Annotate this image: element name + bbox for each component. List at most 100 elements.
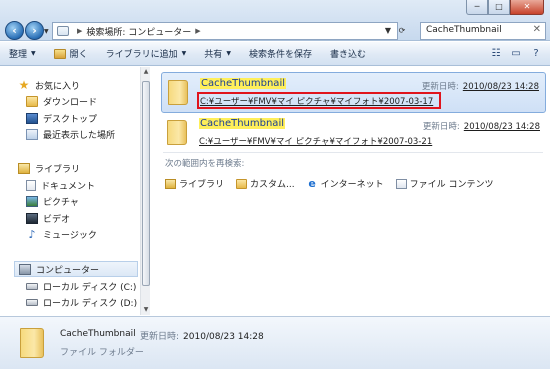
- file-content-icon: [395, 178, 407, 189]
- chevron-down-icon: ▼: [181, 50, 187, 57]
- organize-label: 整理: [9, 50, 28, 60]
- star-icon: ★: [18, 77, 30, 92]
- sidebar-item-label: ドキュメント: [41, 181, 96, 192]
- burn-label: 書き込む: [329, 50, 366, 60]
- address-dropdown-icon[interactable]: ▼: [381, 23, 395, 39]
- computer-icon: [19, 263, 31, 275]
- save-search-button[interactable]: 検索条件を保存: [240, 42, 321, 66]
- search-again-option-label: インターネット: [320, 180, 384, 190]
- refresh-icon[interactable]: ⟳: [395, 23, 409, 39]
- sidebar-item-videos[interactable]: ビデオ: [26, 210, 70, 226]
- window-controls: ─ □ ✕: [466, 0, 544, 15]
- chevron-down-icon: ▼: [226, 50, 231, 57]
- sidebar-item-disk-d[interactable]: ローカル ディスク (D:): [26, 294, 137, 310]
- burn-button[interactable]: 書き込む: [321, 42, 375, 66]
- library-icon: [18, 162, 30, 174]
- folder-icon: [53, 48, 66, 59]
- sidebar-item-label: ローカル ディスク (C:): [43, 282, 137, 293]
- sidebar-item-pictures[interactable]: ピクチャ: [26, 193, 79, 209]
- folder-icon: [168, 80, 188, 105]
- navigation-pane: ★ お気に入り ダウンロード デスクトップ 最近表示した場所 ライブラリ ドキュ…: [0, 67, 140, 315]
- search-again-label: 次の範囲内を再検索:: [165, 159, 245, 169]
- organize-button[interactable]: 整理 ▼: [0, 42, 45, 66]
- result-item[interactable]: CacheThumbnail C:¥ユーザー¥FMV¥マイ ピクチャ¥マイフォト…: [161, 72, 546, 113]
- title-bar: ─ □ ✕ ‹ › ▼ ▶ 検索場所: コンピューター ▶ ▼ ⟳ CacheT…: [0, 0, 550, 41]
- sidebar-item-documents[interactable]: ドキュメント: [26, 177, 95, 193]
- open-button[interactable]: 開く: [45, 42, 97, 66]
- folder-icon: [20, 328, 44, 358]
- search-again-file-content-button[interactable]: ファイル コンテンツ: [395, 177, 494, 190]
- search-input[interactable]: CacheThumbnail ✕: [420, 22, 546, 40]
- address-bar[interactable]: ▶ 検索場所: コンピューター ▶: [52, 22, 398, 40]
- document-icon: [26, 179, 36, 191]
- details-pane: CacheThumbnail ファイル フォルダー 更新日時: 2010/08/2…: [0, 316, 550, 369]
- disk-icon: [26, 298, 38, 306]
- sidebar-item-label: ローカル ディスク (D:): [43, 298, 138, 309]
- divider: [163, 152, 543, 153]
- close-button[interactable]: ✕: [510, 0, 544, 15]
- view-options-icon[interactable]: ☷: [486, 46, 506, 62]
- sidebar-header-computer[interactable]: コンピューター: [14, 261, 138, 277]
- search-input-value: CacheThumbnail: [426, 25, 502, 35]
- search-again-options: ライブラリ カスタム... e インターネット ファイル コンテンツ: [165, 177, 506, 190]
- maximize-button[interactable]: □: [488, 0, 510, 15]
- internet-icon: e: [308, 176, 316, 190]
- preview-pane-icon[interactable]: ▭: [506, 46, 526, 62]
- annotation-highlight-box: [197, 92, 441, 109]
- scroll-up-icon[interactable]: ▲: [141, 67, 151, 77]
- command-bar: 整理 ▼ 開く ライブラリに追加 ▼ 共有 ▼ 検索条件を保存 書き込む: [0, 42, 550, 66]
- chevron-down-icon: ▼: [31, 50, 36, 57]
- search-folder-icon: [57, 26, 69, 36]
- result-date-label: 更新日時:: [421, 82, 459, 92]
- share-button[interactable]: 共有 ▼: [195, 42, 240, 66]
- search-again-library-button[interactable]: ライブラリ: [165, 177, 224, 190]
- chevron-right-icon[interactable]: ▶: [195, 27, 200, 35]
- disk-icon: [26, 282, 38, 290]
- picture-icon: [26, 195, 38, 207]
- history-dropdown-icon[interactable]: ▼: [44, 28, 49, 35]
- sidebar-item-recent-places[interactable]: 最近表示した場所: [26, 126, 115, 142]
- minimize-button[interactable]: ─: [466, 0, 488, 15]
- clear-search-icon[interactable]: ✕: [533, 24, 541, 35]
- sidebar-item-disk-c[interactable]: ローカル ディスク (C:): [26, 278, 136, 294]
- sidebar-header-favorites[interactable]: ★ お気に入り: [18, 77, 80, 93]
- search-again-internet-button[interactable]: e インターネット: [307, 176, 384, 191]
- details-date-value: 2010/08/23 14:28: [183, 332, 264, 342]
- details-type: ファイル フォルダー: [60, 348, 144, 358]
- result-path[interactable]: C:¥ユーザー¥FMV¥マイ ピクチャ¥マイフォト¥2007-03-21: [199, 135, 432, 147]
- result-name[interactable]: CacheThumbnail: [200, 78, 286, 89]
- sidebar-item-label: ミュージック: [43, 230, 97, 241]
- custom-icon: [236, 178, 248, 189]
- library-icon: [165, 178, 176, 189]
- scroll-down-icon[interactable]: ▼: [141, 305, 151, 315]
- sidebar-scrollbar[interactable]: ▲ ▼: [140, 67, 150, 315]
- open-label: 開く: [69, 50, 88, 60]
- folder-icon: [26, 95, 38, 107]
- help-icon[interactable]: ?: [526, 46, 546, 62]
- search-again-custom-button[interactable]: カスタム...: [236, 177, 295, 190]
- scrollbar-thumb[interactable]: [142, 81, 150, 286]
- sidebar-item-downloads[interactable]: ダウンロード: [26, 93, 97, 109]
- back-button[interactable]: ‹: [5, 21, 24, 40]
- forward-button[interactable]: ›: [25, 21, 44, 40]
- sidebar-item-desktop[interactable]: デスクトップ: [26, 110, 97, 126]
- result-name[interactable]: CacheThumbnail: [199, 118, 285, 129]
- sidebar-header-libraries[interactable]: ライブラリ: [18, 160, 80, 176]
- desktop-icon: [26, 112, 38, 124]
- search-again-option-label: カスタム...: [250, 180, 295, 190]
- search-again-option-label: ファイル コンテンツ: [409, 180, 494, 190]
- result-date-value[interactable]: 2010/08/23 14:28: [464, 122, 540, 132]
- details-date-label: 更新日時:: [140, 332, 180, 342]
- sidebar-header-label: ライブラリ: [35, 164, 81, 175]
- add-to-library-button[interactable]: ライブラリに追加 ▼: [97, 42, 196, 66]
- sidebar-header-label: お気に入り: [35, 81, 81, 92]
- result-date-label: 更新日時:: [422, 122, 460, 132]
- share-label: 共有: [204, 50, 223, 60]
- chevron-right-icon[interactable]: ▶: [77, 27, 82, 35]
- breadcrumb-search-location[interactable]: 検索場所: コンピューター: [86, 25, 191, 38]
- sidebar-item-label: ピクチャ: [43, 197, 79, 208]
- sidebar-item-label: デスクトップ: [43, 114, 98, 125]
- result-item[interactable]: CacheThumbnail C:¥ユーザー¥FMV¥マイ ピクチャ¥マイフォト…: [161, 113, 546, 154]
- sidebar-item-music[interactable]: ♪ ミュージック: [26, 226, 97, 242]
- result-date-value[interactable]: 2010/08/23 14:28: [463, 82, 539, 92]
